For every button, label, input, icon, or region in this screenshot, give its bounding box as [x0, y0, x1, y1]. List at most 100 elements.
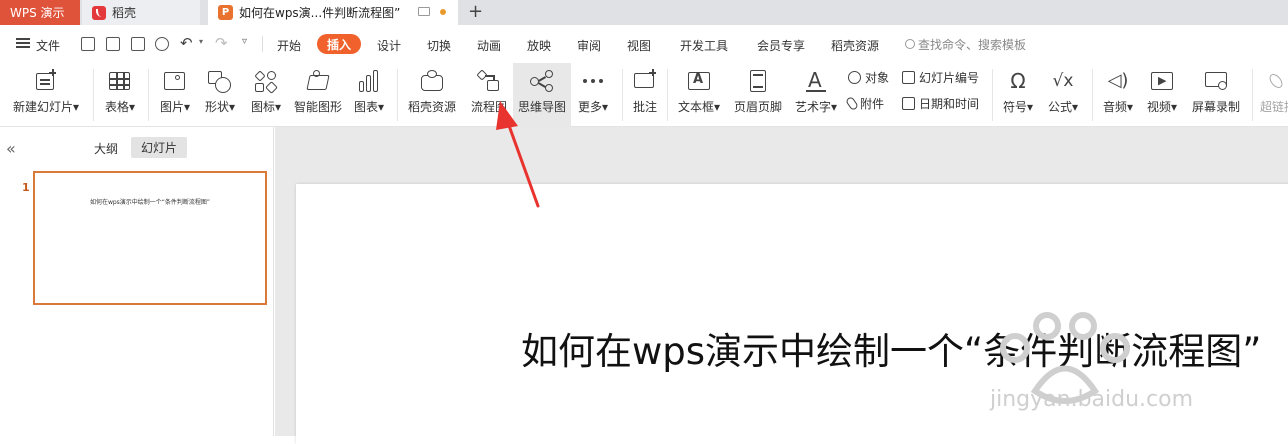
- menu-review[interactable]: 审阅: [577, 37, 601, 54]
- daoke-icon: [92, 5, 106, 20]
- daoke-resource-button[interactable]: 稻壳资源: [404, 63, 460, 127]
- date-time-button[interactable]: 日期和时间: [902, 95, 979, 112]
- menu-member[interactable]: 会员专享: [757, 37, 805, 54]
- icon-button[interactable]: 图标▾: [246, 63, 286, 127]
- picture-icon: [162, 69, 188, 93]
- flowchart-label: 流程图: [470, 100, 507, 114]
- slide-title-text[interactable]: 如何在wps演示中绘制一个“条件判断流程图”: [521, 321, 1261, 375]
- presentation-file-icon: P: [218, 5, 233, 20]
- undo-dropdown-icon[interactable]: ▾: [199, 37, 203, 46]
- screen-record-label: 屏幕录制: [1191, 100, 1240, 114]
- menu-home[interactable]: 开始: [277, 37, 301, 54]
- object-label: 对象: [865, 71, 890, 85]
- export-pdf-icon[interactable]: [106, 37, 120, 51]
- video-label: 视频▾: [1146, 100, 1178, 114]
- tab-slides[interactable]: 幻灯片: [131, 137, 187, 158]
- print-icon[interactable]: [131, 37, 145, 51]
- mindmap-icon: [529, 69, 555, 93]
- tab-daoke[interactable]: 稻壳: [82, 0, 200, 25]
- new-slide-icon: [33, 69, 59, 93]
- table-label: 表格▾: [104, 100, 136, 114]
- comment-icon: [632, 69, 658, 93]
- menu-view[interactable]: 视图: [627, 37, 651, 54]
- new-tab-plus-icon[interactable]: +: [468, 1, 483, 22]
- slide-number-button[interactable]: 幻灯片编号: [902, 69, 979, 86]
- object-button[interactable]: 对象: [848, 69, 889, 86]
- menu-animation[interactable]: 动画: [477, 37, 501, 54]
- menu-insert[interactable]: 插入: [317, 34, 361, 54]
- mindmap-button[interactable]: 思维导图: [513, 63, 571, 127]
- attachment-label: 附件: [860, 97, 885, 111]
- save-icon[interactable]: [81, 37, 95, 51]
- print-preview-icon[interactable]: [155, 37, 169, 51]
- more-button[interactable]: 更多▾: [574, 63, 612, 127]
- tab-wps-label: WPS 演示: [10, 6, 65, 20]
- menu-design[interactable]: 设计: [377, 37, 401, 54]
- header-footer-icon: [745, 69, 771, 93]
- new-slide-button[interactable]: 新建幻灯片▾: [10, 63, 82, 127]
- tab-slides-label: 幻灯片: [140, 141, 177, 155]
- icon-library-icon: [253, 69, 279, 94]
- undo-icon[interactable]: ↶: [180, 34, 193, 52]
- slide-thumbnail-number: 1: [22, 181, 30, 194]
- divider: [262, 36, 263, 52]
- slide-number-label: 幻灯片编号: [919, 71, 980, 85]
- tab-wps-presentation[interactable]: WPS 演示: [0, 0, 80, 25]
- chart-label: 图表▾: [353, 100, 385, 114]
- divider: [992, 69, 993, 121]
- divider: [1252, 69, 1253, 121]
- smart-graphic-label: 智能图形: [293, 100, 342, 114]
- tab-daoke-label: 稻壳: [112, 6, 137, 20]
- menu-slideshow[interactable]: 放映: [527, 37, 551, 54]
- flowchart-button[interactable]: 流程图: [467, 63, 511, 127]
- command-search[interactable]: 查找命令、搜索模板: [905, 36, 1026, 53]
- unsaved-dot-icon: [440, 9, 446, 15]
- attachment-button[interactable]: 附件: [844, 95, 885, 112]
- link-icon: [1265, 69, 1288, 93]
- slide-thumbnail[interactable]: 如何在wps演示中绘制一个“条件判断流程图”: [33, 171, 267, 305]
- screen-record-button[interactable]: 屏幕录制: [1188, 63, 1244, 127]
- smart-graphic-icon: [305, 69, 331, 93]
- menu-file[interactable]: 文件: [36, 37, 60, 54]
- video-button[interactable]: ▶ 视频▾: [1142, 63, 1182, 127]
- collapse-panel-icon[interactable]: «: [6, 139, 16, 158]
- menu-developer[interactable]: 开发工具: [680, 37, 728, 54]
- divider: [148, 69, 149, 121]
- textbox-button[interactable]: A 文本框▾: [674, 63, 724, 127]
- wordart-label: 艺术字▾: [794, 100, 838, 114]
- comment-label: 批注: [632, 100, 657, 114]
- speaker-icon: ◁): [1107, 70, 1129, 91]
- smart-graphic-button[interactable]: 智能图形: [291, 63, 345, 127]
- tab-outline[interactable]: 大纲: [94, 140, 118, 157]
- hyperlink-button[interactable]: 超链接: [1258, 63, 1288, 127]
- flowchart-icon: [476, 69, 502, 93]
- audio-button[interactable]: ◁) 音频▾: [1098, 63, 1138, 127]
- formula-label: 公式▾: [1047, 100, 1079, 114]
- comment-button[interactable]: 批注: [628, 63, 662, 127]
- chart-button[interactable]: 图表▾: [349, 63, 389, 127]
- customize-toolbar-icon[interactable]: ▿: [242, 36, 247, 47]
- menu-transition[interactable]: 切换: [427, 37, 451, 54]
- divider: [667, 69, 668, 121]
- screen-record-icon: [1203, 69, 1229, 93]
- picture-button[interactable]: 图片▾: [155, 63, 195, 127]
- textbox-label: 文本框▾: [677, 100, 721, 114]
- wordart-button[interactable]: A 艺术字▾: [791, 63, 841, 127]
- shape-button[interactable]: 形状▾: [199, 63, 241, 127]
- redo-icon[interactable]: ↷: [215, 34, 228, 52]
- wordart-icon: A: [803, 68, 829, 93]
- menu-daoke-resource[interactable]: 稻壳资源: [831, 37, 879, 54]
- formula-icon: √x: [1052, 71, 1074, 91]
- menu-insert-label: 插入: [326, 37, 351, 52]
- video-icon: ▶: [1149, 69, 1175, 93]
- monitor-icon[interactable]: [418, 7, 430, 16]
- daoke-resource-label: 稻壳资源: [407, 100, 456, 114]
- menu-row: 文件 ↶ ▾ ↷ ▿ 开始 插入 设计 切换 动画 放映 审阅 视图 开发工具 …: [0, 25, 1288, 63]
- formula-button[interactable]: √x 公式▾: [1042, 63, 1084, 127]
- title-tab-bar: WPS 演示 稻壳 P 如何在wps演...件判断流程图” +: [0, 0, 1288, 25]
- symbol-button[interactable]: Ω 符号▾: [998, 63, 1038, 127]
- header-footer-button[interactable]: 页眉页脚: [731, 63, 785, 127]
- table-button[interactable]: 表格▾: [100, 63, 140, 127]
- slide-canvas[interactable]: 如何在wps演示中绘制一个“条件判断流程图”: [296, 184, 1288, 444]
- hamburger-icon[interactable]: [16, 37, 30, 49]
